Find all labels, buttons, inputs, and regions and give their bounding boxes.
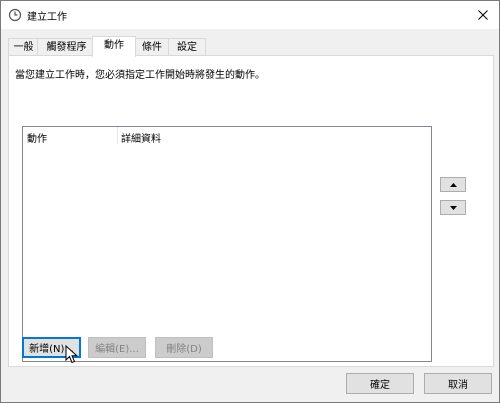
tab-triggers[interactable]: 觸發程序 xyxy=(37,38,96,56)
cancel-button[interactable]: 取消 xyxy=(424,373,492,394)
column-header-action[interactable]: 動作 xyxy=(27,130,47,145)
move-up-button[interactable] xyxy=(440,177,466,192)
close-icon xyxy=(478,10,488,20)
actions-panel: 當您建立工作時，您必須指定工作開始時將發生的動作。 動作 詳細資料 新增(N).… xyxy=(8,55,494,367)
tab-settings[interactable]: 設定 xyxy=(168,38,206,56)
tab-actions[interactable]: 動作 xyxy=(92,36,136,57)
move-down-button[interactable] xyxy=(440,200,466,215)
clock-icon xyxy=(8,8,22,22)
actions-list[interactable]: 動作 詳細資料 xyxy=(22,126,432,362)
mouse-pointer-icon xyxy=(65,345,79,364)
triangle-down-icon xyxy=(449,205,457,210)
edit-action-button[interactable]: 編輯(E)... xyxy=(88,337,146,358)
triangle-up-icon xyxy=(449,182,457,187)
title-bar: 建立工作 xyxy=(1,1,499,29)
ok-button[interactable]: 確定 xyxy=(346,373,414,394)
tab-conditions[interactable]: 條件 xyxy=(134,38,170,56)
delete-action-button[interactable]: 刪除(D) xyxy=(155,337,213,358)
create-task-dialog: 建立工作 一般 觸發程序 動作 條件 設定 當您建立工作時，您必須指定工作開始時… xyxy=(0,0,500,403)
window-title: 建立工作 xyxy=(27,12,67,23)
instruction-text: 當您建立工作時，您必須指定工作開始時將發生的動作。 xyxy=(15,70,265,81)
close-button[interactable] xyxy=(473,5,493,25)
column-divider[interactable] xyxy=(117,127,118,144)
tab-general[interactable]: 一般 xyxy=(8,38,39,56)
column-header-details[interactable]: 詳細資料 xyxy=(121,130,161,145)
